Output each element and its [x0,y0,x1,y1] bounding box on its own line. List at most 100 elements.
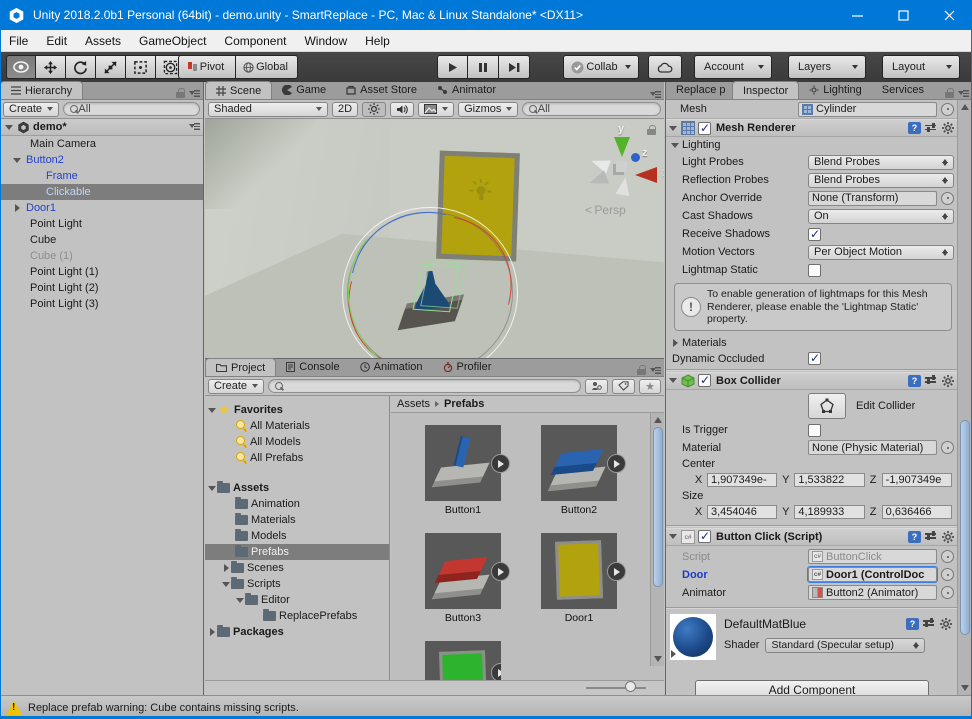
door-object-field[interactable]: c# Door1 (ControlDoc [807,566,938,583]
tree-assets[interactable]: Assets [205,480,389,496]
rotate-tool-button[interactable] [66,55,96,79]
panel-menu-icon[interactable] [650,366,661,375]
breadcrumb-assets[interactable]: Assets [397,398,430,410]
gizmos-dropdown[interactable]: Gizmos [458,101,519,117]
tab-animator[interactable]: Animator [427,81,506,99]
lightmap-static-checkbox[interactable] [808,263,821,277]
menu-help[interactable]: Help [356,30,399,52]
component-enabled-checkbox[interactable] [698,373,711,387]
foldout-arrow-icon[interactable] [4,124,14,130]
scroll-down-icon[interactable] [961,685,969,691]
create-dropdown[interactable]: Create [3,101,60,117]
receive-shadows-checkbox[interactable] [808,227,821,241]
collab-dropdown[interactable]: Collab [563,55,639,79]
asset-thumbnail[interactable] [541,533,626,609]
hierarchy-item-cube[interactable]: Cube [0,232,203,248]
preset-icon[interactable] [925,375,938,386]
object-picker-icon[interactable] [941,102,954,116]
shader-dropdown[interactable]: Standard (Specular setup) [765,637,926,653]
foldout-arrow-icon[interactable] [668,378,678,383]
hierarchy-item-main-camera[interactable]: Main Camera [0,136,203,152]
menu-component[interactable]: Component [215,30,295,52]
asset-door-green[interactable] [413,641,513,681]
box-collider-header[interactable]: Box Collider ? [666,371,958,390]
center-x-field[interactable]: 1,907349e- [707,473,778,487]
gear-icon[interactable] [942,374,954,387]
axis-y-cone[interactable] [614,137,630,157]
help-icon[interactable]: ? [906,617,919,630]
hierarchy-search[interactable] [63,102,200,116]
preset-icon[interactable] [923,618,936,629]
hierarchy-item-point-light-2[interactable]: Point Light (2) [0,280,203,296]
menu-window[interactable]: Window [295,30,356,52]
project-search-input[interactable] [283,380,575,392]
foldout-arrow-icon[interactable] [668,534,678,539]
asset-button3[interactable]: Button3 [413,533,513,624]
tree-materials[interactable]: Materials [205,512,389,528]
mesh-renderer-header[interactable]: Mesh Renderer ? [666,119,958,137]
axis-z-cone[interactable] [631,153,640,162]
project-search[interactable] [268,379,582,393]
size-x-field[interactable]: 3,454046 [707,505,778,519]
tree-prefabs[interactable]: Prefabs [205,544,389,560]
object-picker-icon[interactable] [941,586,954,599]
scale-tool-button[interactable] [96,55,126,79]
object-picker-icon[interactable] [941,441,954,454]
perspective-label[interactable]: < Persp [585,203,626,217]
scroll-down-icon[interactable] [654,656,662,662]
preset-icon[interactable] [925,122,938,134]
physic-material-field[interactable]: None (Physic Material) [808,440,937,455]
tree-replaceprefabs[interactable]: ReplacePrefabs [205,608,389,624]
size-y-field[interactable]: 4,189933 [794,505,865,519]
2d-toggle[interactable]: 2D [332,101,359,117]
gizmo-lock-icon[interactable] [647,125,656,136]
cloud-button[interactable] [648,55,682,79]
button-click-header[interactable]: c# Button Click (Script) ? [666,527,958,546]
prefab-expand-icon[interactable] [607,454,626,473]
account-dropdown[interactable]: Account [694,55,772,79]
prefab-expand-icon[interactable] [491,562,510,581]
global-toggle[interactable]: Global [236,55,298,79]
scene-viewport[interactable]: y z x < Persp [205,119,664,358]
tree-packages[interactable]: Packages [205,624,389,640]
panel-menu-icon[interactable] [189,89,200,98]
lighting-toggle[interactable] [362,101,387,117]
search-by-type-button[interactable] [585,378,609,394]
edit-collider-button[interactable] [808,392,846,419]
component-enabled-checkbox[interactable] [698,529,711,543]
hierarchy-search-input[interactable] [78,103,193,115]
asset-door1[interactable]: Door1 [529,533,629,624]
hierarchy-item-point-light-3[interactable]: Point Light (3) [0,296,203,312]
axis-x-label[interactable]: x [663,167,664,179]
scene-search-input[interactable] [537,103,654,115]
tree-favorites[interactable]: ★ Favorites [205,402,389,418]
scene-header-row[interactable]: demo* [0,119,203,136]
component-enabled-checkbox[interactable] [698,121,711,135]
axis-y-label[interactable]: y [618,123,624,135]
tab-hierarchy[interactable]: Hierarchy [0,81,84,99]
play-button[interactable] [437,55,468,79]
move-tool-button[interactable] [36,55,66,79]
asset-thumbnail[interactable] [425,641,501,681]
is-trigger-checkbox[interactable] [808,423,821,437]
materials-foldout[interactable]: Materials [666,335,958,351]
tree-all-prefabs[interactable]: All Prefabs [205,450,389,466]
thumbnail-zoom-slider[interactable] [586,687,646,689]
status-bar[interactable]: Replace prefab warning: Cube contains mi… [0,695,972,719]
tab-animation[interactable]: Animation [350,358,433,376]
scene-orientation-gizmo[interactable]: y z x [583,123,664,213]
anchor-override-field[interactable]: None (Transform) [808,190,937,206]
asset-grid-scrollbar[interactable] [650,413,664,666]
help-icon[interactable]: ? [908,374,921,387]
tab-services[interactable]: Services [872,81,934,99]
asset-button2[interactable]: Button2 [529,425,629,516]
script-field[interactable]: c# ButtonClick [808,549,937,564]
center-y-field[interactable]: 1,533822 [794,473,865,487]
foldout-arrow-icon[interactable] [668,125,678,131]
layers-dropdown[interactable]: Layers [788,55,866,79]
tab-lighting[interactable]: Lighting [799,81,872,99]
tree-all-materials[interactable]: All Materials [205,418,389,434]
asset-button1[interactable]: Button1 [413,425,513,516]
tab-inspector[interactable]: Inspector [732,81,800,99]
menu-file[interactable]: File [0,30,37,52]
